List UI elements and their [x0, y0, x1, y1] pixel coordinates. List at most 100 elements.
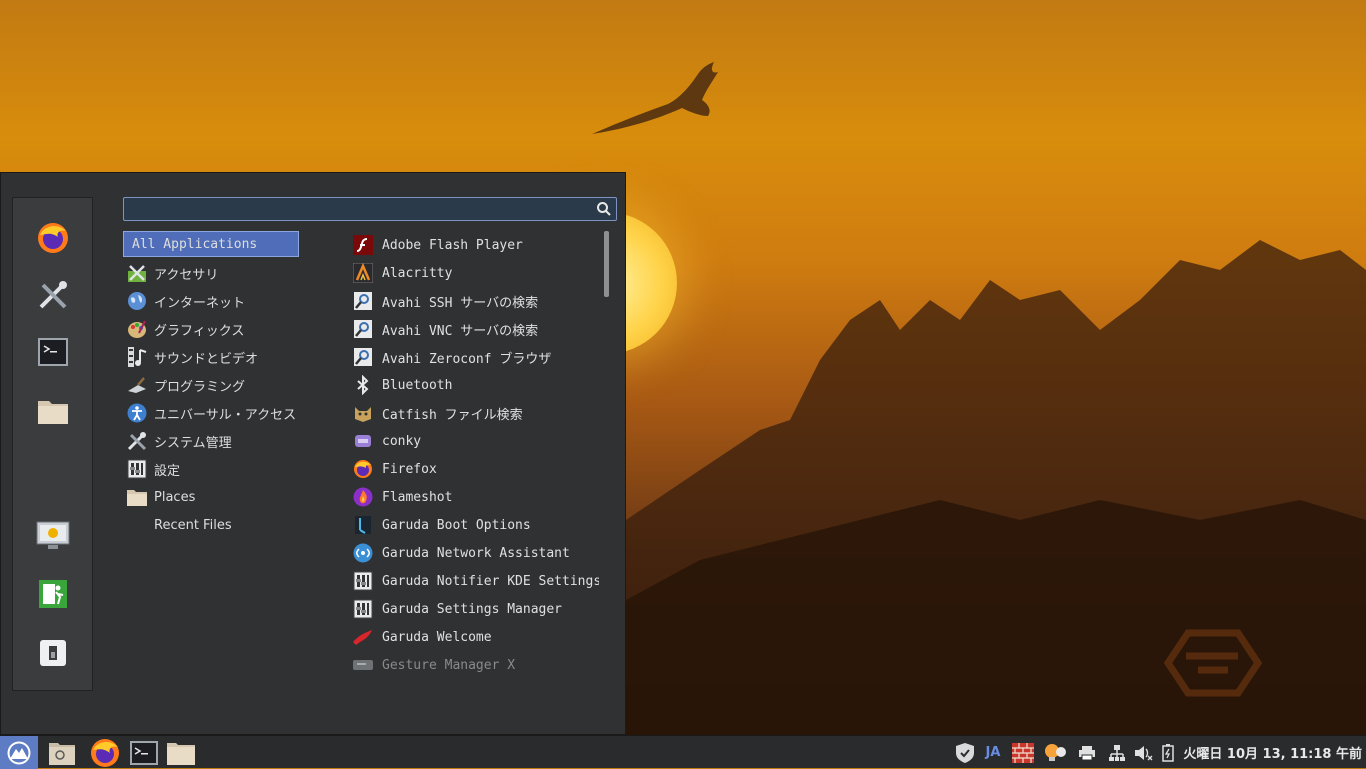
app-item-garuda-settings-manager[interactable]: Garuda Settings Manager — [349, 595, 599, 623]
flash-player-icon — [353, 235, 373, 255]
tray-firewall[interactable] — [1010, 736, 1036, 769]
app-label: Avahi Zeroconf ブラウザ — [382, 351, 552, 367]
app-label: Avahi VNC サーバの検索 — [382, 323, 539, 339]
lock-screen-button[interactable] — [33, 516, 73, 556]
favorite-firefox[interactable] — [33, 218, 73, 258]
lock-screen-icon — [36, 521, 70, 549]
app-label: Garuda Boot Options — [382, 517, 531, 533]
category-accessories[interactable]: アクセサリ — [123, 259, 303, 287]
app-label: Gesture Manager X — [382, 657, 516, 673]
graphics-palette-icon — [128, 320, 146, 338]
search-input[interactable] — [128, 200, 592, 220]
category-label: プログラミング — [154, 379, 246, 395]
clock-text: 火曜日 10月 13, 11:18 午前 — [1183, 747, 1362, 762]
multimedia-icon — [128, 347, 147, 367]
settings-icon — [353, 571, 373, 591]
app-item-bluetooth[interactable]: Bluetooth — [349, 371, 599, 399]
app-item-avahi-zeroconf[interactable]: Avahi Zeroconf ブラウザ — [349, 343, 599, 371]
firefox-icon — [91, 739, 119, 767]
app-item-alacritty[interactable]: Alacritty — [349, 259, 599, 287]
app-label: Garuda Network Assistant — [382, 545, 570, 561]
app-item-firefox[interactable]: Firefox — [349, 455, 599, 483]
switch-user-button[interactable] — [33, 633, 73, 673]
programming-trowel-icon — [128, 377, 146, 393]
favorite-file-manager[interactable] — [33, 391, 73, 431]
accessibility-icon — [127, 403, 147, 423]
category-all-applications[interactable]: All Applications — [123, 231, 299, 257]
flameshot-icon — [353, 487, 373, 507]
alacritty-icon — [353, 263, 373, 283]
garuda-boot-icon — [355, 516, 371, 534]
category-label: 設定 — [154, 463, 181, 479]
app-item-conky[interactable]: conky — [349, 427, 599, 455]
category-settings[interactable]: 設定 — [123, 455, 303, 483]
accessories-icon — [128, 265, 146, 282]
whisker-menu-button[interactable] — [0, 736, 38, 769]
app-item-avahi-vnc[interactable]: Avahi VNC サーバの検索 — [349, 315, 599, 343]
logout-button[interactable] — [33, 574, 73, 614]
category-label: グラフィックス — [154, 323, 245, 339]
category-places[interactable]: Places — [123, 483, 303, 511]
taskbar-file-manager[interactable] — [166, 738, 196, 768]
taskbar-file-search[interactable] — [47, 738, 77, 768]
app-item-garuda-notifier-kde-settings[interactable]: Garuda Notifier KDE Settings — [349, 567, 599, 595]
settings-icon — [353, 599, 373, 619]
folder-icon — [38, 401, 68, 424]
app-label: Garuda Notifier KDE Settings — [382, 573, 599, 589]
tray-input-method[interactable]: JA — [982, 736, 1004, 769]
application-menu: All Applications アクセサリ インターネット グラフィックス サ… — [0, 172, 626, 735]
tray-printer[interactable] — [1076, 736, 1098, 769]
conky-icon — [355, 435, 371, 447]
tray-network[interactable] — [1106, 736, 1128, 769]
tray-battery[interactable] — [1159, 736, 1177, 769]
category-system[interactable]: システム管理 — [123, 427, 303, 455]
app-item-garuda-network-assistant[interactable]: Garuda Network Assistant — [349, 539, 599, 567]
app-item-gesture-manager-x[interactable]: Gesture Manager X — [349, 651, 599, 679]
category-graphics[interactable]: グラフィックス — [123, 315, 303, 343]
app-item-catfish[interactable]: Catfish ファイル検索 — [349, 399, 599, 427]
category-label: All Applications — [132, 236, 258, 252]
tray-notifications[interactable] — [1042, 736, 1068, 769]
application-list-scrollbar[interactable] — [604, 231, 609, 297]
app-label: Bluetooth — [382, 377, 453, 393]
tools-icon — [39, 281, 67, 309]
clock[interactable]: 火曜日 10月 13, 11:18 午前 — [1183, 736, 1362, 769]
category-internet[interactable]: インターネット — [123, 287, 303, 315]
avahi-search-icon — [354, 348, 372, 366]
volume-muted-icon — [1135, 745, 1153, 760]
app-item-flameshot[interactable]: Flameshot — [349, 483, 599, 511]
app-item-avahi-ssh[interactable]: Avahi SSH サーバの検索 — [349, 287, 599, 315]
input-method-label: JA — [985, 745, 1001, 760]
bluetooth-icon — [357, 375, 369, 395]
garuda-welcome-icon — [353, 630, 372, 645]
notification-bulb-icon — [1045, 743, 1066, 761]
category-label: アクセサリ — [154, 267, 219, 283]
application-list: Adobe Flash Player Alacritty Avahi SSH サ… — [349, 231, 599, 691]
app-label: Flameshot — [382, 489, 453, 505]
taskbar-firefox[interactable] — [90, 738, 120, 768]
firewall-icon — [1012, 742, 1034, 763]
network-assistant-icon — [353, 543, 373, 563]
garuda-menu-icon — [7, 741, 31, 764]
app-item-garuda-boot-options[interactable]: Garuda Boot Options — [349, 511, 599, 539]
app-label: Avahi SSH サーバの検索 — [382, 295, 539, 311]
category-label: インターネット — [154, 295, 246, 311]
terminal-icon — [130, 741, 158, 765]
taskbar-terminal[interactable] — [129, 738, 159, 768]
app-item-garuda-welcome[interactable]: Garuda Welcome — [349, 623, 599, 651]
category-sound-video[interactable]: サウンドとビデオ — [123, 343, 303, 371]
search-field[interactable] — [123, 197, 617, 221]
favorite-tools[interactable] — [33, 275, 73, 315]
catfish-icon — [355, 407, 371, 422]
favorite-terminal[interactable] — [33, 332, 73, 372]
category-label: ユニバーサル・アクセス — [154, 407, 297, 423]
search-icon — [597, 202, 611, 216]
tray-shield[interactable] — [953, 736, 977, 769]
app-label: Firefox — [382, 461, 437, 477]
category-recent-files[interactable]: Recent Files — [123, 511, 303, 539]
category-universal-access[interactable]: ユニバーサル・アクセス — [123, 399, 303, 427]
app-item-adobe-flash-player[interactable]: Adobe Flash Player — [349, 231, 599, 259]
internet-globe-icon — [128, 292, 146, 310]
tray-volume[interactable] — [1132, 736, 1154, 769]
category-programming[interactable]: プログラミング — [123, 371, 303, 399]
